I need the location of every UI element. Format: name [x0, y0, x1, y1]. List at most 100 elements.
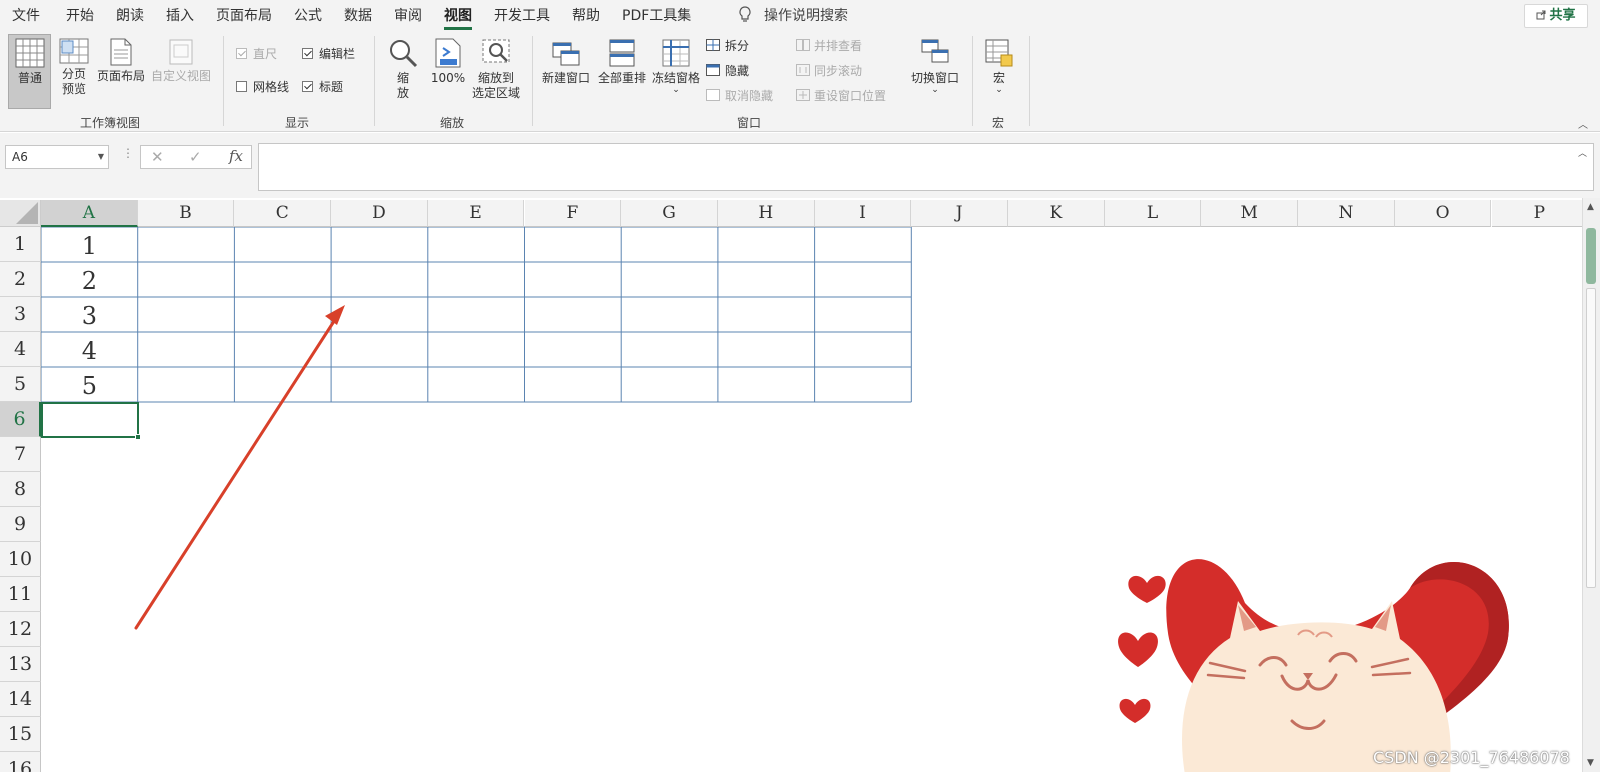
gridlines-checkbox[interactable]: 网格线 — [236, 78, 289, 96]
reset-position-icon — [796, 89, 810, 101]
switch-windows-label: 切换窗口 — [910, 71, 959, 85]
ruler-checkbox[interactable]: 直尺 — [236, 45, 277, 63]
page-break-preview-button[interactable]: 分页 预览 — [56, 38, 92, 97]
menu-developer[interactable]: 开发工具 — [494, 5, 550, 25]
scroll-up-icon[interactable]: ▲ — [1587, 202, 1594, 212]
zoom-100-button[interactable]: 100% — [428, 38, 468, 86]
ruler-label: 直尺 — [253, 47, 278, 61]
group-separator — [1029, 36, 1030, 126]
hide-label: 隐藏 — [725, 64, 750, 78]
headings-label: 标题 — [319, 80, 344, 94]
formula-input[interactable]: ︿ — [258, 143, 1594, 191]
cancel-icon[interactable]: ✕ — [151, 148, 164, 166]
custom-views-icon — [169, 39, 193, 65]
menu-insert[interactable]: 插入 — [166, 5, 194, 25]
menu-file[interactable]: 文件 — [12, 5, 40, 25]
menu-formulas[interactable]: 公式 — [294, 5, 322, 25]
group-label-workbook-views: 工作簿视图 — [80, 116, 141, 130]
page-break-icon — [59, 38, 89, 64]
formula-buttons: ✕ ✓ fx — [140, 145, 252, 169]
menu-view[interactable]: 视图 — [444, 5, 472, 30]
split-button[interactable]: 拆分 — [706, 37, 749, 55]
switch-windows-icon — [921, 39, 949, 63]
hide-button[interactable]: 隐藏 — [706, 62, 749, 80]
cat-heart-sticker — [1118, 559, 1509, 772]
page-layout-label: 页面布局 — [96, 69, 145, 83]
headings-check — [302, 81, 313, 92]
heart-icon — [1119, 698, 1151, 723]
side-by-side-label: 并排查看 — [814, 39, 863, 53]
scroll-down-icon[interactable]: ▼ — [1587, 758, 1594, 768]
group-separator — [223, 36, 224, 126]
macros-label: 宏 — [992, 71, 1005, 85]
share-icon — [1536, 10, 1546, 20]
page-break-label-1: 分页 — [61, 67, 86, 81]
new-window-button[interactable]: 新建窗口 — [540, 38, 592, 86]
lightbulb-icon — [739, 6, 751, 22]
side-by-side-icon — [796, 39, 810, 51]
zoom-to-selection-button[interactable]: 缩放到 选定区域 — [468, 38, 524, 101]
ribbon: 普通 分页 预览 页面布局 自定义视图 工作簿视图 直尺 编辑栏 网格线 标题 … — [0, 32, 1600, 132]
heart-icon — [1118, 632, 1158, 667]
formula-bar-checkbox[interactable]: 编辑栏 — [302, 45, 355, 63]
page-break-label-2: 预览 — [61, 82, 86, 96]
share-label: 共享 — [1549, 8, 1576, 23]
menu-help[interactable]: 帮助 — [572, 5, 600, 25]
tell-me-search[interactable]: 操作说明搜索 — [738, 5, 848, 25]
freeze-panes-label: 冻结窗格 — [651, 71, 700, 85]
enter-check-icon[interactable]: ✓ — [189, 148, 202, 166]
watermark-text: CSDN @2301_76486078 — [1373, 748, 1570, 767]
menu-review[interactable]: 审阅 — [394, 5, 422, 25]
freeze-panes-icon — [662, 39, 690, 67]
page-layout-icon — [110, 38, 132, 66]
headings-checkbox[interactable]: 标题 — [302, 78, 343, 96]
macros-button[interactable]: 宏 ⌄ — [982, 38, 1016, 95]
zoom-100-icon — [435, 38, 461, 68]
unhide-button[interactable]: 取消隐藏 — [706, 87, 773, 105]
menu-bar: 文件 开始 朗读 插入 页面布局 公式 数据 审阅 视图 开发工具 帮助 PDF… — [0, 0, 1600, 32]
gridlines-label: 网格线 — [253, 80, 290, 94]
vertical-scrollbar[interactable]: ▲ ▼ — [1582, 198, 1600, 772]
share-button[interactable]: 共享 — [1524, 4, 1588, 28]
reset-window-position-button[interactable]: 重设窗口位置 — [796, 87, 886, 105]
name-box[interactable]: A6 ▼ — [5, 145, 109, 169]
normal-view-button[interactable]: 普通 — [10, 38, 50, 86]
dropdown-arrow-icon[interactable]: ▼ — [98, 146, 104, 168]
arrow-shaft — [134, 313, 340, 630]
page-layout-view-button[interactable]: 页面布局 — [95, 38, 147, 84]
zoom-button[interactable]: 缩 放 — [388, 38, 418, 101]
worksheet[interactable]: ABCDEFGHIJKLMNOP 1 2 3 4 5 6 7 8 9 10 11 12 13 14 15 16… — [0, 198, 1600, 772]
switch-windows-button[interactable]: 切换窗口 ⌄ — [908, 38, 962, 95]
synchronous-scrolling-button[interactable]: 同步滚动 — [796, 62, 862, 80]
freeze-panes-button[interactable]: 冻结窗格 ⌄ — [650, 38, 702, 95]
view-side-by-side-button[interactable]: 并排查看 — [796, 37, 862, 55]
menu-read-aloud[interactable]: 朗读 — [116, 5, 144, 25]
collapse-formula-bar-icon[interactable]: ︿ — [1578, 146, 1587, 159]
zoom-selection-icon — [482, 39, 510, 63]
group-separator — [972, 36, 973, 126]
magnifier-icon — [390, 40, 418, 68]
name-box-value: A6 — [12, 150, 28, 164]
split-label: 拆分 — [725, 39, 750, 53]
chevron-down-icon: ⌄ — [931, 85, 939, 95]
more-options-icon[interactable]: ⋮ — [122, 146, 134, 160]
heart-icon — [1128, 575, 1166, 603]
hide-window-icon — [706, 64, 720, 76]
sync-scroll-label: 同步滚动 — [814, 64, 863, 78]
menu-pdf-tools[interactable]: PDF工具集 — [622, 5, 691, 25]
scroll-thumb[interactable] — [1586, 228, 1596, 284]
reset-position-label: 重设窗口位置 — [814, 89, 887, 103]
gridlines-check — [236, 81, 247, 92]
insert-function-icon[interactable]: fx — [229, 147, 243, 165]
custom-views-button[interactable]: 自定义视图 — [150, 38, 212, 84]
group-label-macros: 宏 — [992, 116, 1005, 130]
new-window-icon — [552, 42, 580, 66]
collapse-ribbon-icon[interactable]: ︿ — [1578, 116, 1588, 131]
group-label-window: 窗口 — [737, 116, 762, 130]
arrange-all-button[interactable]: 全部重排 — [596, 38, 648, 86]
menu-data[interactable]: 数据 — [344, 5, 372, 25]
menu-home[interactable]: 开始 — [66, 5, 94, 25]
normal-view-icon — [15, 38, 45, 68]
menu-page-layout[interactable]: 页面布局 — [216, 5, 272, 25]
scroll-track[interactable] — [1586, 288, 1596, 588]
